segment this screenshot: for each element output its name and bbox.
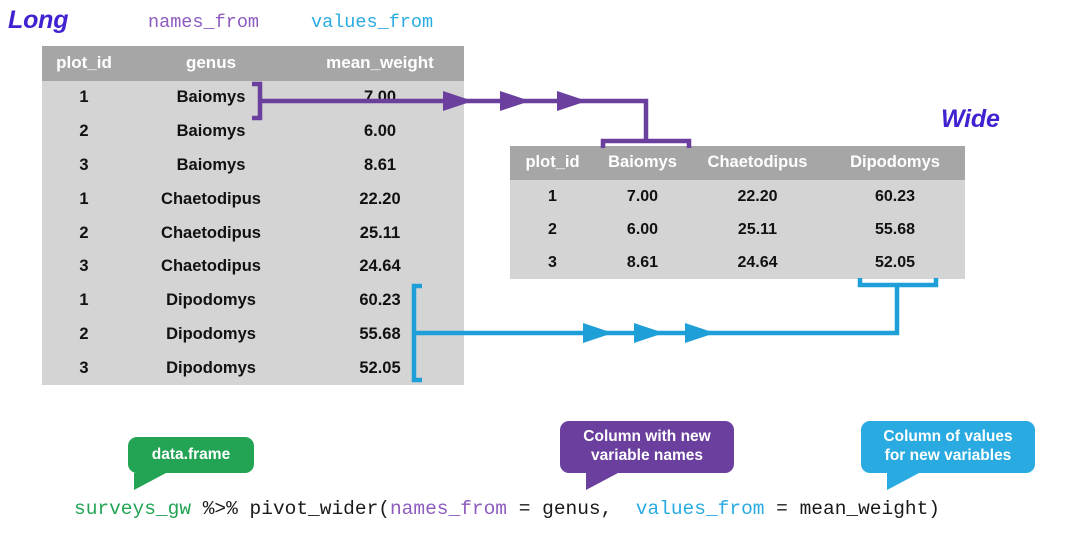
code-pipe-operator: %>% [191,498,250,520]
cell-genus: Dipodomys [126,317,296,352]
cell-mean-weight: 55.68 [296,317,464,352]
code-values-from-arg: values_from [635,498,765,520]
callout-values-from-line2: for new variables [884,447,1012,464]
callout-data-frame: data.frame [128,437,254,490]
column-header-genus: genus [126,46,296,81]
cell-mean-weight: 60.23 [296,283,464,318]
cell-genus: Dipodomys [126,283,296,318]
callout-names-from-line1: Column with new [583,428,711,446]
cell-mean-weight: 24.64 [296,249,464,284]
cell-mean-weight: 7.00 [296,81,464,115]
cell-genus: Chaetodipus [126,216,296,250]
cell-mean-weight: 25.11 [296,216,464,250]
cell-baiomys: 8.61 [595,246,690,279]
cell-plot-id: 3 [510,246,595,279]
table-row: 2 6.00 25.11 55.68 [510,213,965,246]
table-row: 2 Chaetodipus 25.11 [42,216,464,250]
cell-plot-id: 2 [510,213,595,246]
cell-plot-id: 1 [42,182,126,217]
code-names-from-value: = genus, [507,498,636,520]
callout-tail [586,473,618,490]
cell-mean-weight: 6.00 [296,114,464,149]
code-function-name: pivot_wider( [249,498,390,520]
values-from-annotation: values_from [311,12,434,33]
callout-names-from-text: Column with new variable names [583,428,710,466]
cell-chaetodipus: 25.11 [690,213,825,246]
cell-baiomys: 6.00 [595,213,690,246]
cell-genus: Dipodomys [126,351,296,386]
blue-target-bracket [857,278,939,288]
cell-plot-id: 3 [42,249,126,284]
table-row: 1 Chaetodipus 22.20 [42,182,464,217]
cell-plot-id: 3 [42,351,126,386]
cell-plot-id: 3 [42,148,126,183]
table-row: 3 8.61 24.64 52.05 [510,246,965,279]
cell-genus: Baiomys [126,148,296,183]
cell-baiomys: 7.00 [595,180,690,213]
code-snippet: surveys_gw %>% pivot_wider(names_from = … [74,498,940,520]
long-format-table: plot_id genus mean_weight 1 Baiomys 7.00… [42,46,464,386]
callout-tail [134,473,166,490]
table-row: 1 Baiomys 7.00 [42,81,464,115]
callout-values-from: Column of values for new variables [861,421,1035,490]
purple-arrowhead [557,91,587,111]
cell-plot-id: 1 [42,81,126,115]
callout-values-from-text: Column of values for new variables [883,428,1012,466]
cell-genus: Chaetodipus [126,182,296,217]
table-row: 1 Dipodomys 60.23 [42,283,464,318]
cell-dipodomys: 60.23 [825,180,965,213]
cell-genus: Baiomys [126,81,296,115]
cell-plot-id: 2 [42,114,126,149]
wide-format-table: plot_id Baiomys Chaetodipus Dipodomys 1 … [510,146,965,279]
cell-chaetodipus: 24.64 [690,246,825,279]
table-row: 2 Baiomys 6.00 [42,114,464,149]
table-row: 2 Dipodomys 55.68 [42,317,464,352]
table-row: 3 Baiomys 8.61 [42,148,464,183]
blue-arrowhead [634,323,664,343]
cell-chaetodipus: 22.20 [690,180,825,213]
callout-names-from-line2: variable names [590,447,703,464]
table-row: 3 Dipodomys 52.05 [42,351,464,386]
code-names-from-arg: names_from [389,498,508,520]
callout-names-from: Column with new variable names [560,421,734,490]
blue-connector-line [416,285,900,336]
table-header-row: plot_id Baiomys Chaetodipus Dipodomys [510,146,965,180]
column-header-mean-weight: mean_weight [296,46,464,81]
column-header-chaetodipus: Chaetodipus [690,146,825,180]
cell-plot-id: 1 [42,283,126,318]
cell-plot-id: 2 [42,216,126,250]
column-header-dipodomys: Dipodomys [825,146,965,180]
cell-dipodomys: 55.68 [825,213,965,246]
table-header-row: plot_id genus mean_weight [42,46,464,81]
cell-plot-id: 1 [510,180,595,213]
column-header-baiomys: Baiomys [595,146,690,180]
long-format-label: Long [8,6,69,34]
purple-arrowhead [500,91,530,111]
column-header-plot-id: plot_id [510,146,595,180]
callout-data-frame-label: data.frame [151,445,231,463]
cell-genus: Baiomys [126,114,296,149]
table-row: 3 Chaetodipus 24.64 [42,249,464,284]
diagram-canvas: Long Wide names_from values_from plot_id… [0,0,1077,538]
cell-mean-weight: 22.20 [296,182,464,217]
callout-values-from-line1: Column of values [883,428,1013,446]
column-header-plot-id: plot_id [42,46,126,81]
names-from-annotation: names_from [148,12,260,33]
cell-plot-id: 2 [42,317,126,352]
blue-arrowhead [583,323,613,343]
cell-mean-weight: 52.05 [296,351,464,386]
code-values-from-value: = mean_weight) [764,498,941,520]
wide-format-label: Wide [941,105,1000,133]
callout-tail [887,473,919,490]
table-row: 1 7.00 22.20 60.23 [510,180,965,213]
code-data-frame: surveys_gw [74,498,192,520]
cell-genus: Chaetodipus [126,249,296,284]
blue-arrowhead [685,323,715,343]
cell-mean-weight: 8.61 [296,148,464,183]
cell-dipodomys: 52.05 [825,246,965,279]
